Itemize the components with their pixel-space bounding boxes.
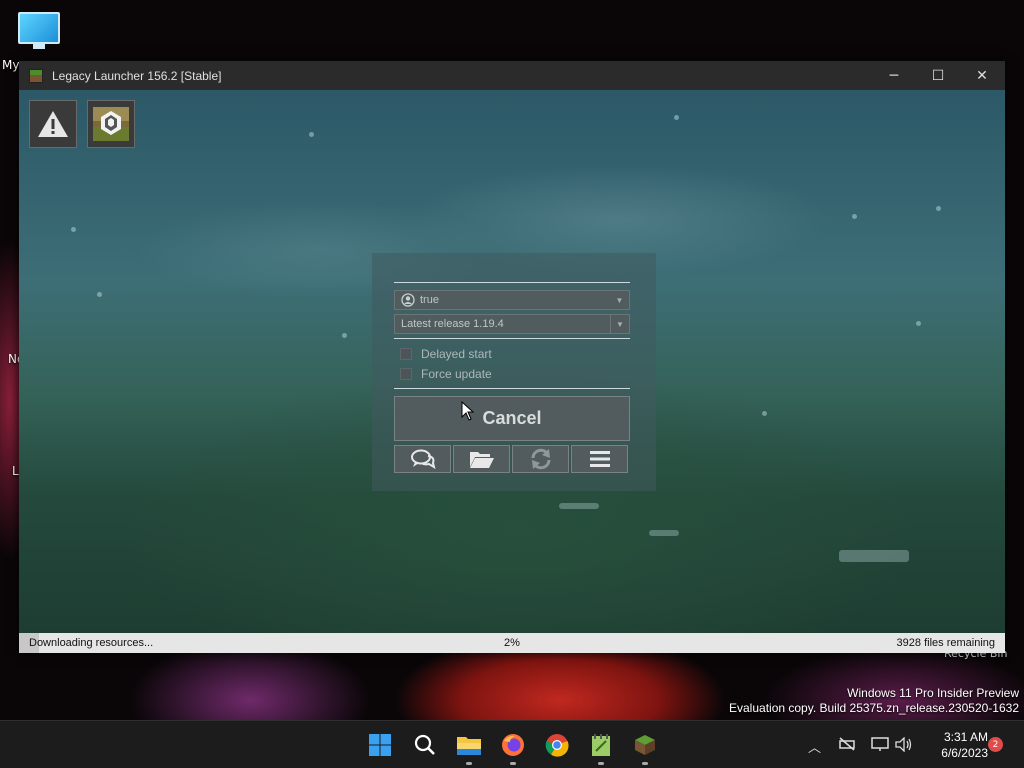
tl-logo-button[interactable] — [87, 100, 135, 148]
close-button[interactable]: ✕ — [960, 61, 1004, 90]
login-panel: true ▼ Latest release 1.19.4 ▼ Delayed s… — [372, 253, 656, 491]
files-remaining: 3928 files remaining — [896, 637, 995, 649]
taskbar: ︿ 3:31 AM 6/6/2023 2 — [0, 720, 1024, 768]
delayed-start-checkbox[interactable]: Delayed start — [400, 347, 492, 361]
clock[interactable]: 3:31 AM 6/6/2023 — [918, 729, 988, 761]
notepad-plus-icon — [592, 734, 610, 756]
running-indicator — [642, 762, 648, 765]
firefox-button[interactable] — [497, 729, 529, 765]
tl-logo-icon — [93, 107, 129, 141]
chrome-button[interactable] — [541, 729, 573, 761]
menu-icon — [589, 451, 610, 467]
running-indicator — [598, 762, 604, 765]
clock-time: 3:31 AM — [943, 730, 988, 744]
running-indicator — [510, 762, 516, 765]
file-explorer-icon — [457, 737, 481, 755]
windows-start-icon — [369, 734, 391, 756]
start-button[interactable] — [364, 729, 396, 761]
clock-date: 6/6/2023 — [941, 746, 988, 760]
checkbox-label: Force update — [421, 367, 492, 381]
folder-button[interactable] — [453, 445, 510, 473]
chevron-down-icon: ▼ — [615, 295, 624, 305]
legacy-launcher-icon — [635, 735, 655, 755]
chevron-up-icon[interactable]: ︿ — [808, 737, 821, 756]
minimize-button[interactable]: ─ — [872, 61, 916, 90]
mouse-cursor-icon — [461, 401, 475, 421]
folder-icon — [469, 452, 494, 468]
app-grass-block-icon — [29, 68, 43, 83]
refresh-icon — [531, 448, 550, 470]
desktop-icon-label[interactable]: My — [2, 58, 19, 72]
status-bar: Downloading resources... 2% 3928 files r… — [19, 633, 1005, 653]
launcher-window: Legacy Launcher 156.2 [Stable] ─ ☐ ✕ tru… — [19, 61, 1005, 653]
version-label: Latest release 1.19.4 — [401, 318, 504, 330]
watermark-build: Evaluation copy. Build 25375.zn_release.… — [729, 701, 1019, 715]
firefox-icon — [502, 734, 524, 756]
account-select[interactable]: true ▼ — [394, 290, 630, 310]
legacy-launcher-button[interactable] — [629, 729, 661, 765]
network-off-icon[interactable] — [838, 737, 856, 751]
status-text: Downloading resources... — [29, 637, 154, 649]
warning-button[interactable] — [29, 100, 77, 148]
launcher-background: true ▼ Latest release 1.19.4 ▼ Delayed s… — [19, 90, 1005, 633]
checkbox-box[interactable] — [400, 348, 412, 360]
chrome-icon — [545, 734, 569, 757]
title-bar[interactable]: Legacy Launcher 156.2 [Stable] ─ ☐ ✕ — [19, 61, 1005, 90]
divider — [394, 282, 630, 283]
display-icon[interactable] — [871, 737, 889, 752]
force-update-checkbox[interactable]: Force update — [400, 367, 492, 381]
menu-button[interactable] — [571, 445, 628, 473]
warning-icon — [38, 111, 68, 137]
version-select[interactable]: Latest release 1.19.4 ▼ — [394, 314, 630, 334]
refresh-button[interactable] — [512, 445, 569, 473]
progress-percent: 2% — [504, 637, 520, 649]
chevron-down-icon: ▼ — [610, 315, 629, 333]
notepad-plus-button[interactable] — [585, 729, 617, 765]
desktop-icon-label[interactable]: L — [12, 464, 19, 478]
checkbox-box[interactable] — [400, 368, 412, 380]
notification-badge[interactable]: 2 — [988, 737, 1003, 752]
maximize-button[interactable]: ☐ — [916, 61, 960, 90]
cancel-button[interactable]: Cancel — [394, 396, 630, 441]
file-explorer-button[interactable] — [453, 729, 485, 765]
chat-icon — [410, 449, 436, 470]
window-title: Legacy Launcher 156.2 [Stable] — [52, 68, 222, 83]
windows-watermark: Windows 11 Pro Insider Preview Evaluatio… — [729, 686, 1019, 716]
watermark-edition: Windows 11 Pro Insider Preview — [847, 686, 1019, 700]
volume-icon[interactable] — [895, 737, 913, 752]
running-indicator — [466, 762, 472, 765]
user-icon — [401, 293, 415, 307]
divider — [394, 388, 630, 389]
account-name: true — [420, 294, 439, 306]
search-button[interactable] — [409, 729, 441, 761]
checkbox-label: Delayed start — [421, 347, 492, 361]
search-icon — [414, 734, 435, 755]
divider — [394, 338, 630, 339]
chat-button[interactable] — [394, 445, 451, 473]
